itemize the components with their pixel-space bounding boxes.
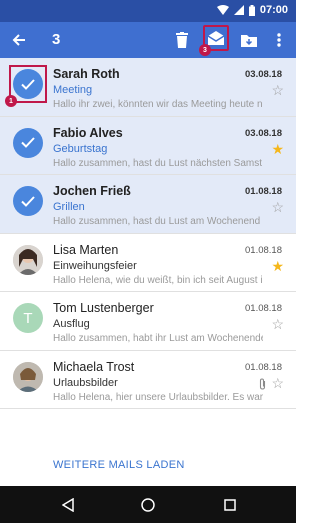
highlight-marker-3: 3 xyxy=(199,44,211,56)
sender-name: Tom Lustenberger xyxy=(53,301,154,315)
email-subject: Ausflug xyxy=(53,318,90,330)
star-icon[interactable]: ☆ xyxy=(271,376,284,390)
check-icon[interactable] xyxy=(13,186,43,216)
load-more-button[interactable]: WEITERE MAILS LADEN xyxy=(53,459,185,471)
email-row[interactable]: Fabio Alves 03.08.18 Geburtstag Hallo zu… xyxy=(0,116,296,175)
email-subject: Einweihungsfeier xyxy=(53,259,137,272)
email-row[interactable]: Sarah Roth 03.08.18 Meeting Hallo ihr zw… xyxy=(0,58,296,117)
avatar[interactable] xyxy=(13,244,43,275)
sender-name: Fabio Alves xyxy=(53,125,123,140)
home-circle-icon[interactable] xyxy=(138,495,158,515)
status-icons: 07:00 xyxy=(216,4,288,16)
email-subject: Grillen xyxy=(53,201,85,213)
wifi-icon xyxy=(216,5,229,15)
battery-icon xyxy=(248,4,255,16)
delete-icon[interactable] xyxy=(171,29,193,51)
email-subject: Meeting xyxy=(53,84,93,96)
attachment-icon xyxy=(259,377,266,393)
email-snippet: Hallo zusammen, hast du Lust am Wochenen… xyxy=(53,216,261,227)
email-snippet: Hallo ihr zwei, könnten wir das Meeting … xyxy=(53,99,263,110)
recents-square-icon[interactable] xyxy=(220,495,240,515)
email-row[interactable]: T Tom Lustenberger 01.08.18 Ausflug Hall… xyxy=(0,292,296,351)
app-bar: 3 3 xyxy=(0,22,296,58)
email-row[interactable]: Jochen Frieß 01.08.18 Grillen Hallo zusa… xyxy=(0,175,296,234)
email-snippet: Hallo Helena, hier unsere Urlaubsbilder.… xyxy=(53,391,263,403)
email-row[interactable]: Lisa Marten 01.08.18 Einweihungsfeier Ha… xyxy=(0,234,296,292)
email-date: 03.08.18 xyxy=(245,69,282,80)
star-icon[interactable]: ☆ xyxy=(271,317,284,331)
signal-icon xyxy=(233,5,244,15)
email-date: 01.08.18 xyxy=(245,303,282,314)
email-date: 01.08.18 xyxy=(245,361,282,373)
star-icon[interactable]: ☆ xyxy=(271,200,284,214)
star-icon[interactable]: ★ xyxy=(271,142,284,156)
sender-name: Michaela Trost xyxy=(53,359,135,374)
status-bar: 07:00 xyxy=(0,0,296,22)
selection-marker-1: 1 xyxy=(5,95,17,107)
sender-name: Jochen Frieß xyxy=(53,184,131,198)
avatar[interactable] xyxy=(13,361,43,392)
avatar[interactable]: T xyxy=(13,303,43,333)
status-time: 07:00 xyxy=(259,4,288,16)
email-date: 01.08.18 xyxy=(245,244,282,256)
back-arrow-icon[interactable] xyxy=(10,31,28,49)
email-date: 01.08.18 xyxy=(245,186,282,197)
check-icon[interactable] xyxy=(13,127,43,158)
star-icon[interactable]: ★ xyxy=(271,259,284,273)
email-snippet: Hallo zusammen, habt ihr Lust am Wochene… xyxy=(53,333,263,344)
back-triangle-icon[interactable] xyxy=(58,495,78,515)
email-snippet: Hallo zusammen, hast du Lust nächsten Sa… xyxy=(53,157,262,169)
email-subject: Urlaubsbilder xyxy=(53,376,118,389)
email-snippet: Hallo Helena, wie du weißt, bin ich seit… xyxy=(53,274,263,286)
more-vert-icon[interactable] xyxy=(268,29,290,51)
email-row[interactable]: Michaela Trost 01.08.18 Urlaubsbilder Ha… xyxy=(0,351,296,409)
sender-name: Sarah Roth xyxy=(53,67,120,81)
email-list: Sarah Roth 03.08.18 Meeting Hallo ihr zw… xyxy=(0,58,296,409)
email-subject: Geburtstag xyxy=(53,142,108,155)
email-date: 03.08.18 xyxy=(245,127,282,139)
selected-count: 3 xyxy=(52,31,61,48)
sender-name: Lisa Marten xyxy=(53,242,119,257)
system-nav-bar xyxy=(0,486,296,523)
move-to-folder-icon[interactable] xyxy=(238,29,260,51)
star-icon[interactable]: ☆ xyxy=(271,83,284,97)
